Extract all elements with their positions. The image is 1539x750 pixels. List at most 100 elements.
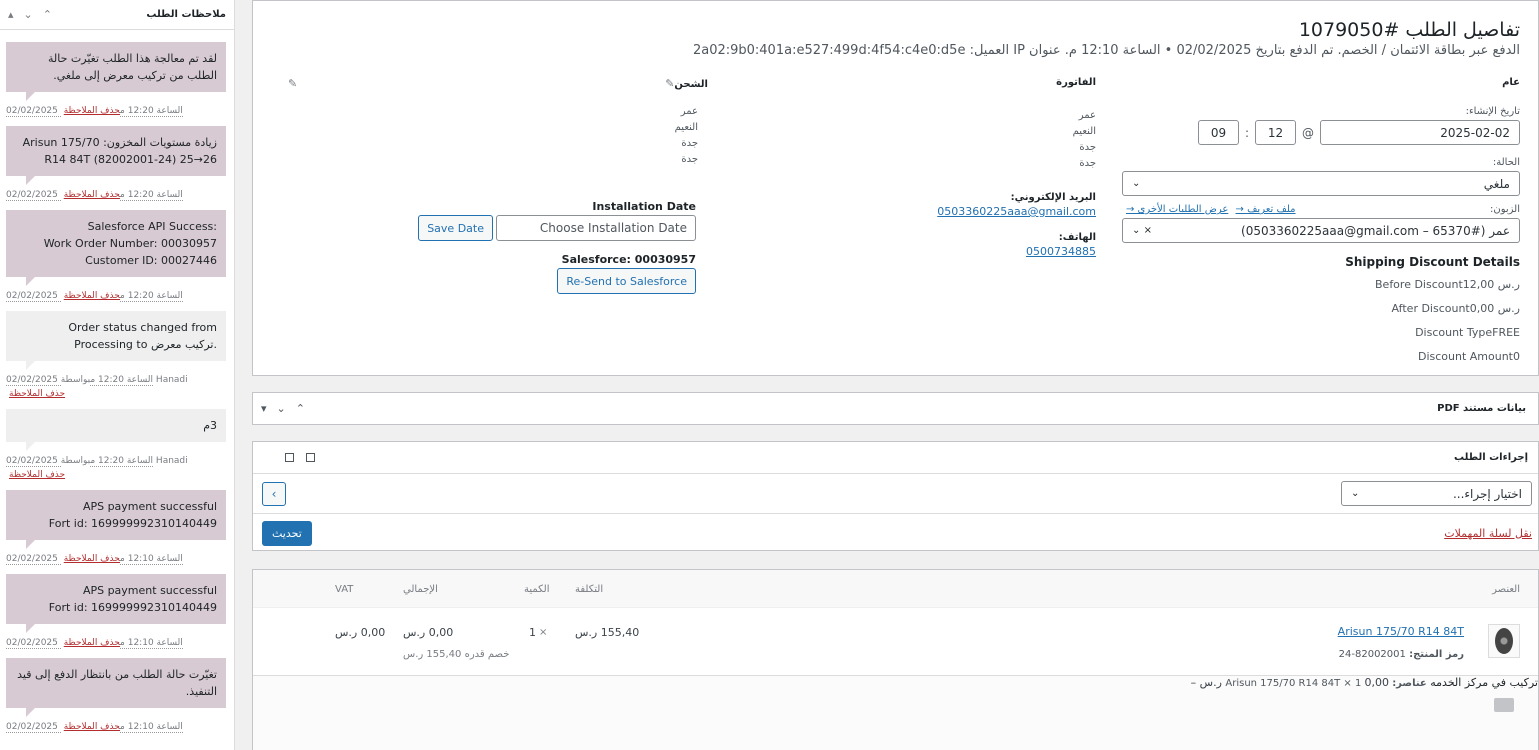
note-content: زيادة مستويات المخزون: Arisun 175/70 R14… xyxy=(6,126,226,185)
delete-note-link[interactable]: حذف الملاحظة xyxy=(64,291,120,301)
at-sign: @ xyxy=(1302,125,1314,140)
column-cost: التكلفة xyxy=(575,584,604,595)
note-item: APS payment successful Fort id: 16999999… xyxy=(6,574,226,650)
customer-select[interactable]: عمر (#65370 – 0503360225aaa@gmail.com) ×… xyxy=(1122,218,1520,243)
customer-profile-link[interactable]: ملف تعريف → xyxy=(1236,204,1296,215)
customer-other-orders-link[interactable]: عرض الطلبات الأخرى → xyxy=(1126,204,1228,215)
move-to-trash-link[interactable]: نقل لسلة المهملات xyxy=(1444,527,1532,540)
item-qty: 1 xyxy=(529,626,536,639)
order-notes-title: ملاحظات الطلب xyxy=(146,9,226,20)
order-data-panel: تفاصيل الطلب #1079050 الدفع عبر بطاقة ال… xyxy=(252,0,1539,376)
shipping-header: الشحن✎ ✎ xyxy=(288,77,708,90)
shipping-items: عناصر: Arisun 175/70 R14 84T × 1 xyxy=(1225,678,1426,689)
toggle-panel-icon[interactable]: ⌄ xyxy=(277,402,286,415)
toggle-panel-icon[interactable]: ⌄ xyxy=(24,8,33,21)
order-hour-input[interactable]: 12 xyxy=(1255,120,1296,145)
column-qty: الكمية xyxy=(524,584,550,595)
installation-date-label: Installation Date xyxy=(592,200,696,213)
note-meta: 02/02/2025 الساعة 12:20 مبواسطة Hanadi حذ… xyxy=(6,361,226,401)
shipping-address-line: عمر xyxy=(680,106,698,117)
note-content: Salesforce API Success: Work Order Numbe… xyxy=(6,210,226,286)
billing-phone-link[interactable]: 0500734885 xyxy=(1026,245,1096,258)
created-date-label: تاريخ الإنشاء: xyxy=(1465,106,1520,117)
note-item: Order status changed from Processing to … xyxy=(6,311,226,401)
item-discount-note: خصم قدره 155,40 ر.س xyxy=(403,649,510,660)
product-name-link[interactable]: Arisun 175/70 R14 84T xyxy=(1338,625,1464,638)
item-vat: 0,00 ر.س xyxy=(335,626,386,639)
shipping-discount-title: Shipping Discount Details xyxy=(1345,255,1520,269)
delete-note-link[interactable]: حذف الملاحظة xyxy=(64,554,120,564)
order-notes-controls: ▴ ⌄ ⌃ xyxy=(8,8,52,21)
move-down-icon[interactable]: ⌃ xyxy=(43,8,52,21)
note-item: APS payment successful Fort id: 16999999… xyxy=(6,490,226,566)
general-heading: عام xyxy=(1502,77,1520,88)
column-total: الإجمالي xyxy=(403,584,438,595)
items-table-header: العنصر التكلفة الكمية الإجمالي VAT xyxy=(253,570,1538,608)
order-notes-panel: ملاحظات الطلب ▴ ⌄ ⌃ لقد تم معالجة هذا ال… xyxy=(0,0,235,750)
billing-email-link[interactable]: 0503360225aaa@gmail.com xyxy=(937,205,1096,218)
sku-value: 82002001-24 xyxy=(1338,649,1406,660)
general-column: عام تاريخ الإنشاء: 2025-02-02 @ 12 : 09 … xyxy=(1122,77,1520,365)
shipping-items-value: Arisun 175/70 R14 84T × 1 xyxy=(1225,678,1362,689)
delete-note-link[interactable]: حذف الملاحظة xyxy=(64,638,120,648)
customer-select-controls: × ⌄ xyxy=(1132,225,1152,236)
chevron-down-icon: ⌄ xyxy=(1132,225,1141,236)
status-value: ملغي xyxy=(1483,176,1510,191)
order-payment-summary: الدفع عبر بطاقة الائتمان / الخصم. تم الد… xyxy=(692,43,1520,58)
shipping-address-line: جدة xyxy=(681,138,698,149)
move-up-icon[interactable]: ⌃ xyxy=(296,402,305,415)
shipping-method-name: تركيب في مركز الخدمه xyxy=(1430,676,1538,689)
update-button[interactable]: تحديث xyxy=(262,520,312,546)
billing-address-line: جدة xyxy=(1079,158,1096,169)
customer-links: ملف تعريف → عرض الطلبات الأخرى → xyxy=(1122,204,1296,215)
billing-email-label: البريد الإلكتروني: xyxy=(1010,192,1096,203)
order-date-input[interactable]: 2025-02-02 xyxy=(1320,120,1520,145)
sku-label: رمز المنتج: xyxy=(1409,649,1464,660)
discount-type: Discount TypeFREE xyxy=(1415,326,1520,339)
customer-value: عمر (#65370 – 0503360225aaa@gmail.com) xyxy=(1241,223,1510,238)
edit-pencil-icon[interactable]: ✎ xyxy=(288,77,297,90)
note-content: لقد تم معالجة هذا الطلب تغيّرت حالة الطل… xyxy=(6,42,226,101)
apply-action-button[interactable]: › xyxy=(262,481,286,506)
delete-note-link[interactable]: حذف الملاحظة xyxy=(64,722,120,732)
order-minute-input[interactable]: 09 xyxy=(1197,120,1239,145)
checkbox-icon[interactable] xyxy=(285,453,294,462)
billing-address-line: جدة xyxy=(1079,142,1096,153)
shipping-column: الشحن✎ ✎ عمر النعيم جدة جدة Installation… xyxy=(288,77,708,294)
pdf-panel-title: بيانات مستند PDF xyxy=(1437,403,1526,414)
billing-address-line: عمر xyxy=(1078,110,1096,121)
move-up-icon[interactable]: ▴ xyxy=(8,8,14,21)
clear-icon[interactable]: × xyxy=(1144,225,1152,236)
checkbox-icon[interactable] xyxy=(306,453,315,462)
order-items-panel: العنصر التكلفة الكمية الإجمالي VAT Arisu… xyxy=(252,569,1539,750)
note-meta: 02/02/2025 الساعة 12:10 محذف الملاحظة xyxy=(6,540,226,566)
collapse-icon[interactable]: ▾ xyxy=(261,402,267,415)
customer-label-row: الزبون: ملف تعريف → عرض الطلبات الأخرى → xyxy=(1122,204,1520,215)
product-sku: رمز المنتج: 82002001-24 xyxy=(1339,649,1464,660)
note-meta: 02/02/2025 الساعة 12:20 محذف الملاحظة xyxy=(6,277,226,303)
note-meta: 02/02/2025 الساعة 12:20 مبواسطة Hanadi حذ… xyxy=(6,442,226,482)
order-actions-panel: إجراءات الطلب اختيار إجراء... ⌄ › نقل لس… xyxy=(252,441,1539,551)
billing-phone-label: الهاتف: xyxy=(1058,232,1096,243)
tire-image xyxy=(1495,628,1513,654)
billing-address-line: النعيم xyxy=(1072,126,1096,137)
shipping-address-line: جدة xyxy=(681,154,698,165)
billing-address: عمر النعيم جدة جدة xyxy=(698,108,1096,172)
order-actions-title: إجراءات الطلب xyxy=(1454,452,1528,463)
order-action-select[interactable]: اختيار إجراء... ⌄ xyxy=(1341,481,1532,506)
installation-date-input[interactable]: Choose Installation Date xyxy=(496,215,696,241)
discount-amount: Discount Amount0 xyxy=(1417,350,1520,363)
item-total: 0,00 ر.س xyxy=(403,626,454,639)
note-meta: 02/02/2025 الساعة 12:10 محذف الملاحظة xyxy=(6,708,226,734)
product-thumbnail xyxy=(1488,624,1520,658)
status-select[interactable]: ملغي ⌄ xyxy=(1122,171,1520,196)
delete-note-link[interactable]: حذف الملاحظة xyxy=(9,468,226,482)
resend-salesforce-button[interactable]: Re-Send to Salesforce xyxy=(557,268,696,294)
save-date-button[interactable]: Save Date xyxy=(418,215,493,241)
delete-note-link[interactable]: حذف الملاحظة xyxy=(64,190,120,200)
delete-note-link[interactable]: حذف الملاحظة xyxy=(64,106,120,116)
table-row: Arisun 175/70 R14 84T رمز المنتج: 820020… xyxy=(253,608,1538,676)
time-separator: : xyxy=(1244,125,1249,140)
delete-note-link[interactable]: حذف الملاحظة xyxy=(9,387,226,401)
customer-label: الزبون: xyxy=(1489,204,1520,215)
